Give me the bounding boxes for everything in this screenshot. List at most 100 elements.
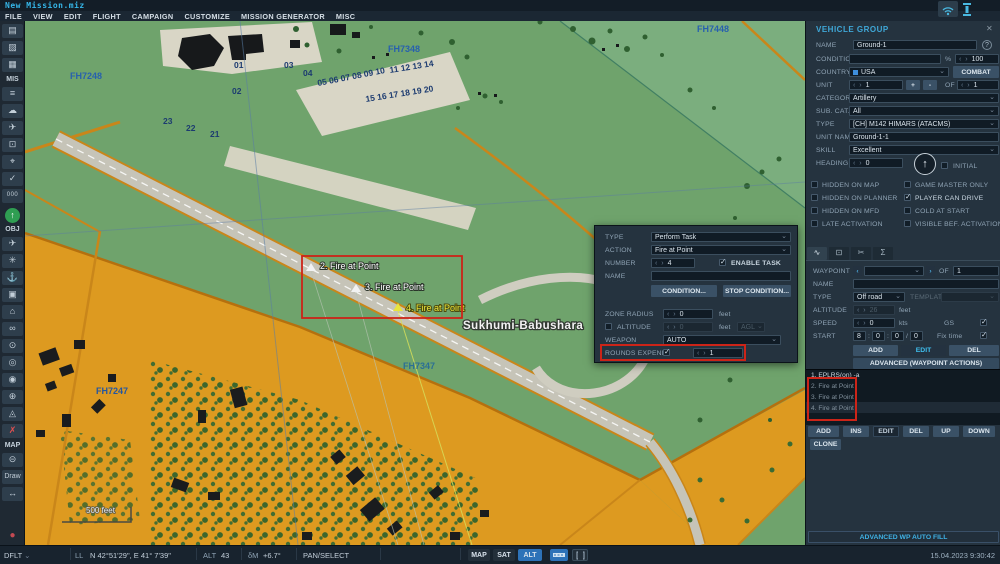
menu-mission-generator[interactable]: MISSION GENERATOR [241,12,325,21]
link-icon[interactable]: ⊙ [2,339,23,353]
grid-toggle-button[interactable] [572,549,588,561]
target-icon[interactable]: ⌖ [2,155,23,169]
hidden-on-planner-checkbox[interactable] [811,194,818,201]
start-seconds-field[interactable]: 0 [891,331,904,341]
briefing-room-button[interactable] [961,2,973,22]
add-helicopter-icon[interactable]: ✳ [2,254,23,268]
player-can-drive-checkbox[interactable] [904,194,911,201]
unit-minus-button[interactable]: - [923,80,937,90]
altitude-ref-dropdown[interactable]: AGL [737,322,765,332]
type-dropdown[interactable]: [CH] M142 HIMARS (ATACMS) [849,119,999,129]
action-item-1[interactable]: 1. EPLRS(on) -a [811,372,859,379]
heading-compass[interactable]: ↑ [914,153,936,175]
zone-a-icon[interactable]: ◎ [2,356,23,370]
menu-edit[interactable]: EDIT [64,12,82,21]
country-dropdown[interactable]: USA [849,67,949,77]
unit-total-stepper[interactable]: 1 [957,80,999,90]
list-up-button[interactable]: UP [933,426,959,437]
menu-campaign[interactable]: CAMPAIGN [132,12,174,21]
zone-radius-stepper[interactable]: 0 [663,309,713,319]
counter-icon[interactable]: 000 [2,189,23,203]
menu-file[interactable]: FILE [5,12,22,21]
list-down-button[interactable]: DOWN [963,426,995,437]
game-master-only-checkbox[interactable] [904,181,911,188]
task-action-dropdown[interactable]: Fire at Point [651,245,791,255]
roads-toggle-button[interactable] [550,549,568,561]
multiplayer-button[interactable] [938,1,958,17]
list-add-button[interactable]: ADD [808,426,839,437]
action-item-3[interactable]: 3. Fire at Point [811,394,854,401]
ruler-icon[interactable]: ↔ [2,487,23,501]
tab-sum[interactable]: Σ [873,247,893,260]
action-item-2[interactable]: 2. Fire at Point [811,383,854,390]
aircraft-routes-icon[interactable]: ✈ [2,121,23,135]
start-day-field[interactable]: 0 [910,331,923,341]
help-button[interactable]: ? [982,40,992,50]
stop-condition-button[interactable]: STOP CONDITION... [723,285,791,297]
f ix-time-checkbox[interactable] [980,332,987,339]
unit-name-input[interactable]: Ground-1-1 [849,132,999,142]
wp-del-button[interactable]: DEL [949,345,999,356]
add-vehicle-icon[interactable]: ▣ [2,288,23,302]
goals-check-icon[interactable]: ✓ [2,172,23,186]
hidden-on-map-checkbox[interactable] [811,181,818,188]
advanced-waypoint-actions-button[interactable]: ADVANCED (WAYPOINT ACTIONS) [853,358,999,369]
visible-before-activation-checkbox[interactable] [904,220,911,227]
advanced-wp-auto-fill-button[interactable]: ADVANCED WP AUTO FILL [808,531,999,543]
weapon-dropdown[interactable]: AUTO [663,335,781,345]
wp-speed-stepper[interactable]: 0 [853,318,895,328]
alt-layer-button[interactable]: ALT [518,549,542,561]
wp-type-dropdown[interactable]: Off road [853,292,905,302]
tab-frame[interactable]: ⊡ [829,247,849,260]
clone-button[interactable]: CLONE [810,439,841,450]
panel-close-icon[interactable]: ✕ [986,25,993,33]
wp-edit-button[interactable]: EDIT [901,345,946,356]
condition-input[interactable] [849,54,941,64]
trigger-zone-icon[interactable]: ⊡ [2,138,23,152]
weather-icon[interactable]: ☁ [2,104,23,118]
wp-altitude-stepper[interactable]: 26 [853,305,895,315]
late-activation-checkbox[interactable] [811,220,818,227]
spawn-icon[interactable]: ↑ [5,208,20,223]
hidden-on-mfd-checkbox[interactable] [811,207,818,214]
action-item-4[interactable]: 4. Fire at Point [811,405,854,412]
waypoint-prev-button[interactable]: ‹ [853,266,862,276]
list-del-button[interactable]: DEL [903,426,929,437]
initial-checkbox[interactable] [941,162,948,169]
waypoint-next-button[interactable]: › [926,266,935,276]
zone-b-icon[interactable]: ◉ [2,373,23,387]
cold-at-start-checkbox[interactable] [904,207,911,214]
rounds-expend-stepper[interactable]: 1 [693,348,743,358]
menu-misc[interactable]: MISC [336,12,355,21]
unit-count-stepper[interactable]: 1 [849,80,903,90]
draw-button[interactable]: Draw [2,470,23,484]
gs-checkbox[interactable] [980,319,987,326]
list-edit-button[interactable]: EDIT [873,426,899,437]
open-mission-icon[interactable]: ▨ [2,41,23,55]
condition-button[interactable]: CONDITION... [651,285,717,297]
map-key-icon[interactable]: ⊝ [2,453,23,467]
waypoint-dropdown[interactable] [864,266,924,276]
tab-scissors[interactable]: ✂ [851,247,871,260]
group-name-input[interactable]: Ground-1 [853,40,977,50]
menu-customize[interactable]: CUSTOMIZE [184,12,230,21]
coord-format-selector[interactable]: DFLT ⌄ [4,551,30,560]
convoy-icon[interactable]: ∞ [2,322,23,336]
tab-route[interactable]: ∿ [807,247,827,260]
add-static-icon[interactable]: ⌂ [2,305,23,319]
waypoint-count-field[interactable]: 1 [953,266,999,276]
condition-stepper[interactable]: 100 [955,54,999,64]
delete-icon[interactable]: ✗ [2,424,23,438]
rounds-expend-checkbox[interactable] [663,349,670,356]
record-icon[interactable]: ● [2,529,23,543]
menu-flight[interactable]: FLIGHT [93,12,121,21]
map-layer-button[interactable]: MAP [468,549,490,561]
wp-add-button[interactable]: ADD [853,345,898,356]
start-hours-field[interactable]: 8 [853,331,866,341]
sat-layer-button[interactable]: SAT [493,549,515,561]
new-mission-icon[interactable]: ▤ [2,24,23,38]
template-shapes-icon[interactable]: ◬ [2,407,23,421]
template-dropdown[interactable] [941,292,999,302]
altitude-checkbox[interactable] [605,323,612,330]
enable-task-checkbox[interactable] [719,259,726,266]
